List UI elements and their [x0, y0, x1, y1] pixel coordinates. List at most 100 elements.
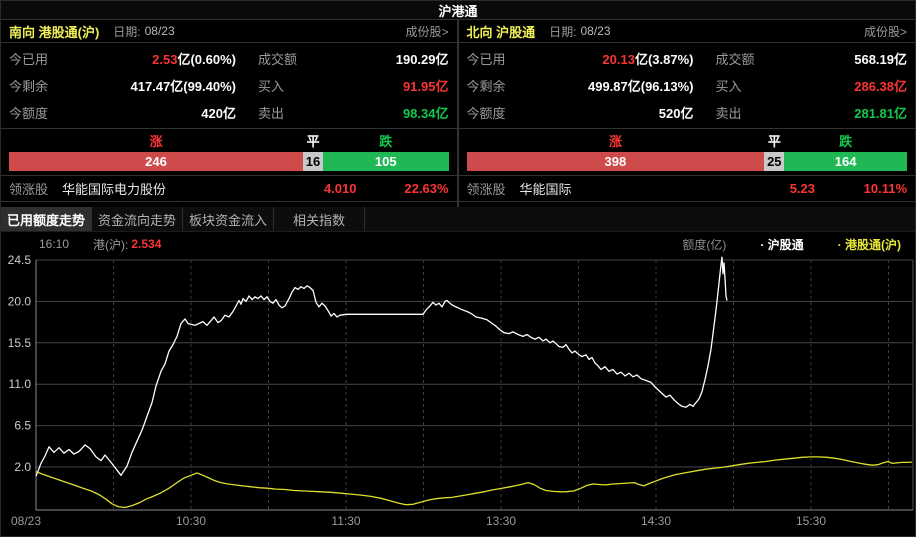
advancers-label: 涨: [9, 131, 303, 151]
panel-stats: 今已用 20.13亿(3.87%) 成交额 568.19亿 今剩余 499.87…: [459, 43, 916, 129]
stat-value: 568.19亿: [776, 49, 908, 68]
stats-row: 今剩余 499.87亿(96.13%) 买入 286.38亿: [467, 76, 908, 95]
svg-text:6.5: 6.5: [14, 419, 31, 433]
unchanged-bar-segment: 25: [764, 152, 784, 171]
leading-stock-change: 22.63%: [357, 181, 449, 196]
stat-label: 成交额: [716, 49, 776, 68]
crosshair-series-value: 2.534: [131, 237, 161, 251]
leading-stock-price: 4.010: [324, 181, 357, 196]
quota-panels: 南向 港股通(沪) 日期: 08/23 成份股> 今已用 2.53亿(0.60%…: [1, 20, 915, 207]
stat-value: 420亿: [71, 103, 236, 122]
stat-label: 今剩余: [467, 76, 529, 95]
decliners-label: 跌: [323, 131, 449, 151]
stat-label: 成交额: [258, 49, 318, 68]
tab-related-index[interactable]: 相关指数: [274, 207, 365, 231]
stat-value: 98.34亿: [318, 103, 449, 122]
panel-southbound-header: 南向 港股通(沪) 日期: 08/23 成份股>: [1, 20, 457, 43]
date-value: 08/23: [580, 24, 610, 38]
hugangtong-window: 沪港通 南向 港股通(沪) 日期: 08/23 成份股> 今已用 2.53亿(0…: [0, 0, 916, 537]
chart-header: 16:10 港(沪): 2.534 额度(亿) · 沪股通 · 港股通(沪): [1, 235, 915, 253]
leading-stock-label: 领涨股: [9, 179, 48, 198]
stats-row: 今额度 420亿 卖出 98.34亿: [9, 103, 449, 122]
advance-decline-bar: 398 25 164: [467, 152, 908, 171]
stat-label: 今已用: [467, 49, 529, 68]
panel-northbound-header: 北向 沪股通 日期: 08/23 成份股>: [459, 20, 916, 43]
leading-stock-label: 领涨股: [467, 179, 506, 198]
page-title: 沪港通: [438, 1, 477, 20]
svg-text:24.5: 24.5: [8, 253, 32, 267]
advancers-bar-segment: 246: [9, 152, 303, 171]
stat-label: 买入: [716, 76, 776, 95]
crosshair-series-label: 港(沪):: [93, 236, 128, 253]
stat-value: 190.29亿: [318, 49, 449, 68]
advance-decline-labels: 涨 平 跌: [459, 131, 916, 151]
line-chart-canvas[interactable]: 2.0 6.5 11.0 15.5 20.0 24.5 08/23 10:30 11:30 13:…: [1, 232, 916, 537]
date-label: 日期:: [549, 23, 576, 40]
constituents-link[interactable]: 成份股>: [405, 23, 448, 40]
stat-value: 417.47亿(99.40%): [71, 76, 236, 95]
tab-fund-flow-trend[interactable]: 资金流向走势: [92, 207, 183, 231]
svg-text:15.5: 15.5: [8, 336, 32, 350]
tab-used-quota-trend[interactable]: 已用额度走势: [1, 207, 92, 231]
svg-text:2.0: 2.0: [14, 460, 31, 474]
stat-label: 买入: [258, 76, 318, 95]
unchanged-label: 平: [764, 131, 784, 151]
legend-hugutong: · 沪股通: [760, 236, 803, 253]
stats-row: 今额度 520亿 卖出 281.81亿: [467, 103, 908, 122]
leading-stock-name: 华能国际: [520, 179, 572, 198]
date-value: 08/23: [145, 24, 175, 38]
leading-stock-row[interactable]: 领涨股 华能国际电力股份 4.010 22.63%: [1, 175, 457, 202]
tab-sector-fund-inflow[interactable]: 板块资金流入: [183, 207, 274, 231]
svg-text:15:30: 15:30: [796, 514, 826, 528]
leading-stock-price: 5.23: [790, 181, 815, 196]
stat-value: 286.38亿: [776, 76, 908, 95]
advance-decline-labels: 涨 平 跌: [1, 131, 457, 151]
leading-stock-name: 华能国际电力股份: [62, 179, 166, 198]
date-label: 日期:: [113, 23, 140, 40]
svg-text:13:30: 13:30: [486, 514, 516, 528]
stat-label: 卖出: [716, 103, 776, 122]
panel-northbound: 北向 沪股通 日期: 08/23 成份股> 今已用 20.13亿(3.87%) …: [459, 20, 916, 207]
leading-stock-change: 10.11%: [815, 181, 907, 196]
stat-value: 281.81亿: [776, 103, 908, 122]
constituents-link[interactable]: 成份股>: [864, 23, 907, 40]
panel-direction-name: 北向 沪股通: [467, 22, 536, 41]
svg-text:11:30: 11:30: [331, 514, 360, 528]
stats-row: 今已用 2.53亿(0.60%) 成交额 190.29亿: [9, 49, 449, 68]
svg-text:11.0: 11.0: [9, 377, 32, 391]
quota-trend-chart: 16:10 港(沪): 2.534 额度(亿) · 沪股通 · 港股通(沪) 2…: [1, 232, 915, 537]
stat-label: 今剩余: [9, 76, 71, 95]
crosshair-time: 16:10: [39, 237, 69, 251]
title-bar: 沪港通: [1, 1, 915, 20]
stat-label: 卖出: [258, 103, 318, 122]
stats-row: 今已用 20.13亿(3.87%) 成交额 568.19亿: [467, 49, 908, 68]
svg-text:10:30: 10:30: [176, 514, 206, 528]
panel-direction-name: 南向 港股通(沪): [9, 22, 99, 41]
svg-text:08/23: 08/23: [11, 514, 41, 528]
advancers-label: 涨: [467, 131, 765, 151]
svg-text:14:30: 14:30: [641, 514, 671, 528]
stats-row: 今剩余 417.47亿(99.40%) 买入 91.95亿: [9, 76, 449, 95]
decliners-bar-segment: 164: [784, 152, 907, 171]
stat-value: 91.95亿: [318, 76, 449, 95]
unchanged-bar-segment: 16: [303, 152, 323, 171]
advance-decline-bar: 246 16 105: [9, 152, 449, 171]
stat-value: 20.13亿(3.87%): [529, 49, 694, 68]
stat-label: 今已用: [9, 49, 71, 68]
legend-ganggutong: · 港股通(沪): [838, 236, 901, 253]
advancers-bar-segment: 398: [467, 152, 765, 171]
chart-tab-bar: 已用额度走势 资金流向走势 板块资金流入 相关指数: [1, 207, 915, 232]
stat-label: 今额度: [9, 103, 71, 122]
svg-text:20.0: 20.0: [8, 294, 32, 308]
stat-label: 今额度: [467, 103, 529, 122]
unchanged-label: 平: [303, 131, 323, 151]
stat-value: 520亿: [529, 103, 694, 122]
panel-stats: 今已用 2.53亿(0.60%) 成交额 190.29亿 今剩余 417.47亿…: [1, 43, 457, 129]
stat-value: 2.53亿(0.60%): [71, 49, 236, 68]
panel-southbound: 南向 港股通(沪) 日期: 08/23 成份股> 今已用 2.53亿(0.60%…: [1, 20, 459, 207]
axis-unit-label: 额度(亿): [682, 236, 726, 253]
decliners-bar-segment: 105: [323, 152, 448, 171]
stat-value: 499.87亿(96.13%): [529, 76, 694, 95]
decliners-label: 跌: [784, 131, 907, 151]
leading-stock-row[interactable]: 领涨股 华能国际 5.23 10.11%: [459, 175, 916, 202]
